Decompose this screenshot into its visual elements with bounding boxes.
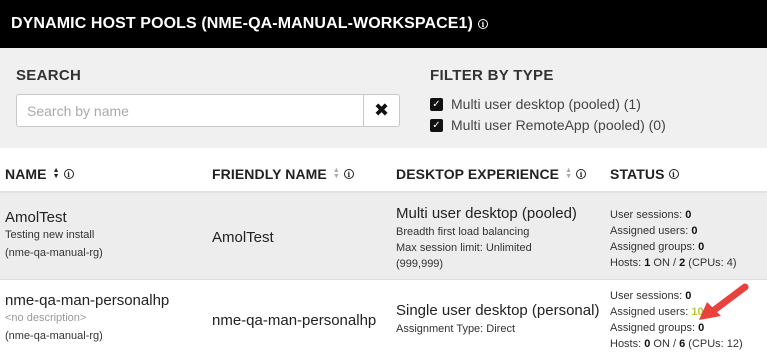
sort-icon[interactable]: ▲ ▼ bbox=[333, 167, 340, 180]
user-sessions: User sessions: 0 bbox=[610, 209, 692, 221]
filter-option-multi-user-remoteapp[interactable]: ✓ Multi user RemoteApp (pooled) (0) bbox=[430, 117, 666, 133]
table-row[interactable]: nme-qa-man-personalhp <no description> (… bbox=[0, 280, 767, 361]
host-pools-table: NAME ▲ ▼ i FRIENDLY NAME ▲ ▼ i DESKTOP EXP… bbox=[0, 148, 767, 361]
desktop-experience-cell: Single user desktop (personal) Assignmen… bbox=[396, 301, 599, 337]
table-row[interactable]: AmolTest Testing new install (nme-qa-man… bbox=[0, 193, 767, 280]
clear-search-button[interactable]: ✖ bbox=[363, 95, 399, 126]
hosts: Hosts: 0 ON / 6 (CPUs: 12) bbox=[610, 338, 743, 350]
hosts: Hosts: 1 ON / 2 (CPUs: 4) bbox=[610, 257, 737, 269]
filter-panel: SEARCH ✖ FILTER BY TYPE ✓ Multi user des… bbox=[0, 48, 767, 148]
checkbox-checked-icon[interactable]: ✓ bbox=[430, 97, 443, 111]
resource-group: (nme-qa-manual-rg) bbox=[5, 247, 103, 259]
checkbox-checked-icon[interactable]: ✓ bbox=[430, 118, 443, 132]
name-cell: nme-qa-man-personalhp <no description> (… bbox=[5, 292, 169, 345]
experience-detail: Breadth first load balancing bbox=[396, 226, 530, 238]
column-label: DESKTOP EXPERIENCE bbox=[396, 166, 560, 182]
experience-type: Single user desktop (personal) bbox=[396, 302, 600, 319]
column-header-name[interactable]: NAME ▲ ▼ i bbox=[5, 166, 74, 182]
friendly-name: AmolTest bbox=[212, 229, 274, 246]
column-header-friendly-name[interactable]: FRIENDLY NAME ▲ ▼ i bbox=[212, 166, 354, 182]
filter-option-label: Multi user RemoteApp (pooled) (0) bbox=[451, 117, 666, 133]
column-header-desktop-experience[interactable]: DESKTOP EXPERIENCE ▲ ▼ i bbox=[396, 166, 587, 182]
filter-label: FILTER BY TYPE bbox=[430, 67, 554, 84]
info-icon[interactable]: i bbox=[343, 169, 354, 179]
pool-description: Testing new install bbox=[5, 229, 95, 241]
friendly-name: nme-qa-man-personalhp bbox=[212, 312, 377, 329]
search-box: ✖ bbox=[16, 94, 400, 127]
column-label: NAME bbox=[5, 166, 47, 182]
resource-group: (nme-qa-manual-rg) bbox=[5, 330, 103, 342]
pool-description: <no description> bbox=[5, 312, 87, 324]
info-icon[interactable]: i bbox=[668, 169, 679, 179]
close-icon: ✖ bbox=[373, 100, 390, 120]
pool-name[interactable]: AmolTest bbox=[5, 209, 103, 226]
status-cell: User sessions: 0 Assigned users: 0 Assig… bbox=[610, 207, 737, 271]
column-label: STATUS bbox=[610, 166, 665, 182]
filter-option-label: Multi user desktop (pooled) (1) bbox=[451, 96, 641, 112]
assigned-groups: Assigned groups: 0 bbox=[610, 241, 705, 253]
annotation-arrow-icon bbox=[699, 283, 749, 320]
column-label: FRIENDLY NAME bbox=[212, 166, 327, 182]
page-header: DYNAMIC HOST POOLS (NME-QA-MANUAL-WORKSP… bbox=[0, 0, 767, 48]
search-label: SEARCH bbox=[16, 67, 82, 84]
search-input[interactable] bbox=[17, 95, 363, 126]
name-cell: AmolTest Testing new install (nme-qa-man… bbox=[5, 209, 103, 262]
experience-detail: (999,999) bbox=[396, 258, 444, 270]
experience-detail: Assignment Type: Direct bbox=[396, 323, 516, 335]
page-title: DYNAMIC HOST POOLS (NME-QA-MANUAL-WORKSP… bbox=[11, 15, 473, 32]
filter-option-multi-user-desktop[interactable]: ✓ Multi user desktop (pooled) (1) bbox=[430, 96, 641, 112]
info-icon[interactable]: i bbox=[477, 19, 488, 29]
info-icon[interactable]: i bbox=[63, 169, 74, 179]
table-header: NAME ▲ ▼ i FRIENDLY NAME ▲ ▼ i DESKTOP EXP… bbox=[0, 148, 767, 193]
column-header-status: STATUS i bbox=[610, 166, 679, 182]
sort-icon[interactable]: ▲ ▼ bbox=[565, 167, 572, 180]
experience-detail: Max session limit: Unlimited bbox=[396, 242, 532, 254]
experience-type: Multi user desktop (pooled) bbox=[396, 205, 577, 222]
assigned-users: Assigned users: 0 bbox=[610, 225, 698, 237]
desktop-experience-cell: Multi user desktop (pooled) Breadth firs… bbox=[396, 204, 577, 272]
info-icon[interactable]: i bbox=[576, 169, 587, 179]
sort-icon[interactable]: ▲ ▼ bbox=[53, 167, 60, 180]
pool-name[interactable]: nme-qa-man-personalhp bbox=[5, 292, 169, 309]
